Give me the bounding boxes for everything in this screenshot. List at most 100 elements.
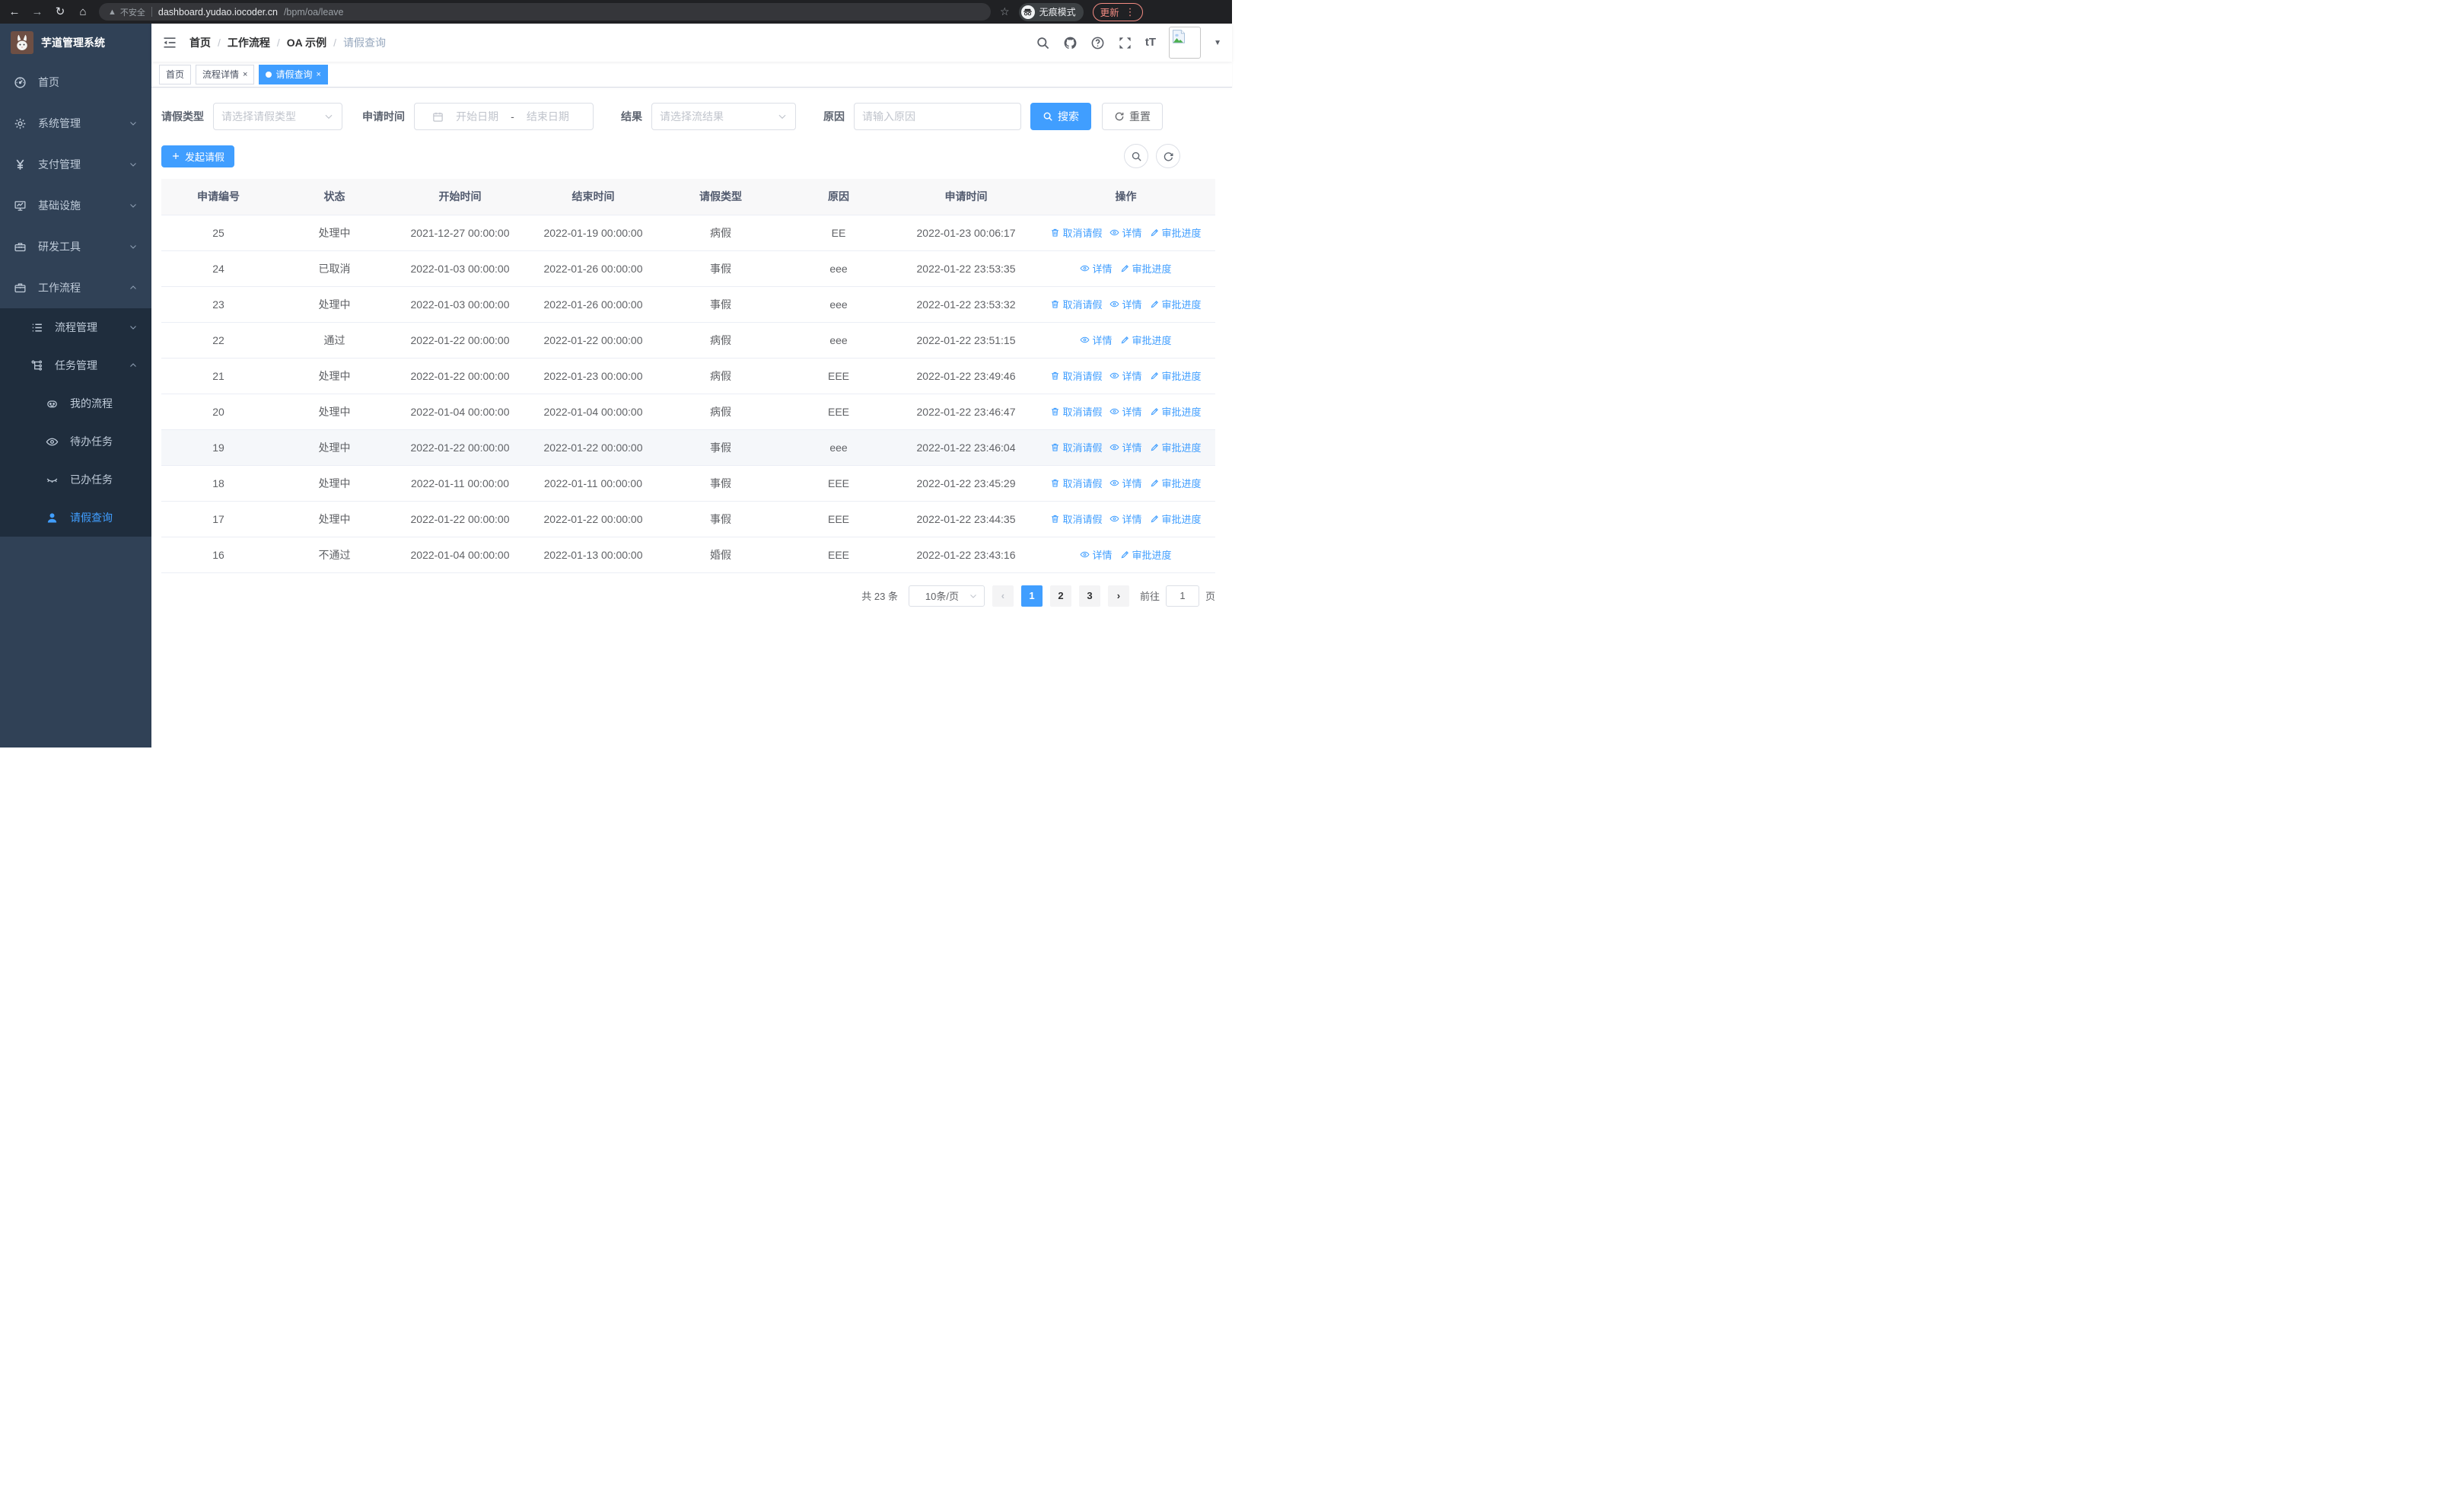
sidebar-item-任务管理[interactable]: 任务管理	[0, 346, 151, 384]
table-refresh-button[interactable]	[1156, 144, 1180, 168]
breadcrumb-separator: /	[218, 37, 221, 49]
pen-icon	[1150, 478, 1160, 488]
cell-status: 已取消	[275, 250, 393, 287]
leave-type-select[interactable]: 请选择请假类型	[213, 103, 342, 130]
sidebar-fold-icon[interactable]	[162, 35, 177, 50]
address-bar[interactable]: ▲ 不安全 dashboard.yudao.iocoder.cn/bpm/oa/…	[99, 3, 991, 21]
detail-link[interactable]: 详情	[1080, 261, 1113, 276]
progress-link[interactable]: 审批进度	[1150, 368, 1202, 383]
page-size-select[interactable]: 10条/页	[908, 585, 985, 607]
tab-首页[interactable]: 首页	[159, 64, 192, 84]
reason-input[interactable]: 请输入原因	[854, 103, 1021, 130]
page-button-1[interactable]: 1	[1020, 585, 1043, 607]
cancel-link[interactable]: 取消请假	[1050, 225, 1102, 240]
cancel-link[interactable]: 取消请假	[1050, 440, 1102, 454]
result-select[interactable]: 请选择流结果	[651, 103, 796, 130]
pen-icon	[1150, 228, 1160, 237]
page-button-3[interactable]: 3	[1078, 585, 1100, 607]
progress-link[interactable]: 审批进度	[1150, 512, 1202, 526]
github-icon[interactable]	[1063, 36, 1078, 50]
action-label: 详情	[1122, 442, 1142, 454]
detail-link[interactable]: 详情	[1109, 368, 1142, 383]
browser-reload-icon[interactable]: ↻	[53, 6, 67, 18]
sidebar-item-首页[interactable]: 首页	[0, 62, 151, 103]
breadcrumb-item[interactable]: OA 示例	[287, 35, 326, 50]
search-icon[interactable]	[1036, 36, 1050, 50]
sidebar-item-工作流程[interactable]: 工作流程	[0, 267, 151, 308]
page-button-2[interactable]: 2	[1049, 585, 1071, 607]
cancel-link[interactable]: 取消请假	[1050, 476, 1102, 490]
close-icon[interactable]: ×	[243, 70, 247, 79]
progress-link[interactable]: 审批进度	[1150, 476, 1202, 490]
action-label: 审批进度	[1161, 371, 1202, 382]
logo-avatar	[11, 31, 33, 54]
sidebar-item-待办任务[interactable]: 待办任务	[0, 422, 151, 461]
search-button[interactable]: 搜索	[1030, 103, 1091, 130]
sidebar-item-基础设施[interactable]: 基础设施	[0, 185, 151, 226]
browser-back-icon[interactable]: ←	[8, 6, 21, 18]
row-actions: 取消请假 详情 审批进度	[1036, 297, 1215, 311]
column-header-原因: 原因	[782, 179, 896, 215]
tab-请假查询[interactable]: 请假查询 ×	[259, 64, 328, 84]
detail-link[interactable]: 详情	[1080, 547, 1113, 562]
detail-link[interactable]: 详情	[1109, 225, 1142, 240]
progress-link[interactable]: 审批进度	[1150, 225, 1202, 240]
detail-link[interactable]: 详情	[1109, 297, 1142, 311]
goto-page-input[interactable]: 1	[1165, 585, 1199, 607]
cell-end: 2022-01-23 00:00:00	[527, 358, 660, 394]
cancel-link[interactable]: 取消请假	[1050, 368, 1102, 383]
font-size-icon[interactable]: tT	[1145, 36, 1156, 50]
browser-forward-icon[interactable]: →	[30, 6, 44, 18]
close-icon[interactable]: ×	[316, 70, 320, 79]
sidebar-item-流程管理[interactable]: 流程管理	[0, 308, 151, 346]
browser-menu-icon[interactable]: ⋮	[1125, 6, 1135, 18]
cell-type: 事假	[660, 429, 782, 466]
row-actions: 详情 审批进度	[1036, 333, 1215, 347]
progress-link[interactable]: 审批进度	[1150, 404, 1202, 419]
progress-link[interactable]: 审批进度	[1120, 333, 1172, 347]
avatar[interactable]	[1169, 27, 1202, 59]
avatar-caret-icon[interactable]: ▼	[1214, 39, 1221, 47]
sidebar-item-研发工具[interactable]: 研发工具	[0, 226, 151, 267]
sidebar-logo-row[interactable]: 芋道管理系统	[0, 24, 151, 62]
update-button[interactable]: 更新 ⋮	[1092, 2, 1143, 21]
fullscreen-icon[interactable]	[1118, 36, 1132, 50]
column-header-申请时间: 申请时间	[896, 179, 1036, 215]
table-search-toggle-button[interactable]	[1124, 144, 1148, 168]
cancel-link[interactable]: 取消请假	[1050, 512, 1102, 526]
detail-link[interactable]: 详情	[1109, 476, 1142, 490]
tab-流程详情[interactable]: 流程详情 ×	[196, 64, 255, 84]
sidebar-item-请假查询[interactable]: 请假查询	[0, 499, 151, 537]
progress-link[interactable]: 审批进度	[1150, 440, 1202, 454]
cancel-link[interactable]: 取消请假	[1050, 404, 1102, 419]
detail-link[interactable]: 详情	[1109, 440, 1142, 454]
detail-link[interactable]: 详情	[1109, 512, 1142, 526]
create-leave-button[interactable]: 发起请假	[161, 145, 235, 167]
help-icon[interactable]	[1090, 36, 1105, 50]
breadcrumb-item[interactable]: 工作流程	[228, 35, 270, 50]
app-title: 芋道管理系统	[41, 37, 105, 49]
sidebar-item-系统管理[interactable]: 系统管理	[0, 103, 151, 144]
progress-link[interactable]: 审批进度	[1150, 297, 1202, 311]
reason-label: 原因	[823, 110, 845, 123]
cell-apply_time: 2022-01-22 23:49:46	[896, 358, 1036, 394]
sidebar-item-我的流程[interactable]: 我的流程	[0, 384, 151, 422]
browser-home-icon[interactable]: ⌂	[76, 6, 90, 18]
progress-link[interactable]: 审批进度	[1120, 547, 1172, 562]
page-content: 请假类型 请选择请假类型 申请时间 开始日期 - 结束日期 结果 请选择流结果	[151, 88, 1232, 748]
apply-time-range-picker[interactable]: 开始日期 - 结束日期	[414, 103, 594, 130]
detail-link[interactable]: 详情	[1109, 404, 1142, 419]
not-secure-warning[interactable]: ▲ 不安全	[108, 6, 145, 18]
detail-link[interactable]: 详情	[1080, 333, 1113, 347]
cell-type: 病假	[660, 322, 782, 359]
sidebar-item-支付管理[interactable]: 支付管理	[0, 144, 151, 185]
prev-page-button[interactable]: ‹	[992, 585, 1014, 607]
reset-button[interactable]: 重置	[1102, 103, 1163, 130]
progress-link[interactable]: 审批进度	[1120, 261, 1172, 276]
cell-apply_time: 2022-01-23 00:06:17	[896, 215, 1036, 251]
cancel-link[interactable]: 取消请假	[1050, 297, 1102, 311]
breadcrumb-item[interactable]: 首页	[189, 35, 211, 50]
sidebar-item-已办任务[interactable]: 已办任务	[0, 461, 151, 499]
next-page-button[interactable]: ›	[1107, 585, 1129, 607]
bookmark-star-icon[interactable]: ☆	[1000, 5, 1010, 18]
